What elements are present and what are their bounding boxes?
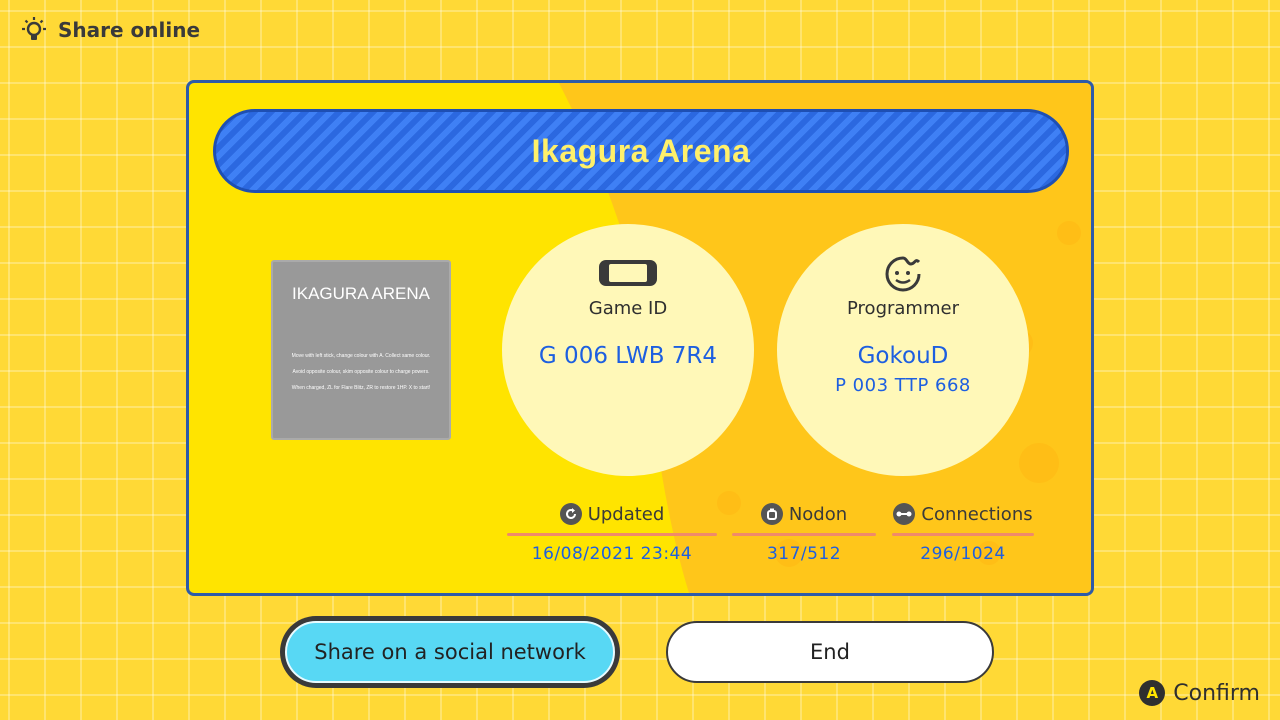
end-button[interactable]: End xyxy=(666,621,994,683)
page-title: Share online xyxy=(58,18,201,42)
confirm-label: Confirm xyxy=(1173,680,1260,706)
stat-divider xyxy=(892,533,1034,536)
stat-nodon-value: 317/512 xyxy=(766,544,842,564)
stat-updated-label: Updated xyxy=(587,503,665,525)
refresh-icon xyxy=(559,503,582,525)
game-info-card: Ikagura Arena IKAGURA ARENA Move with le… xyxy=(186,80,1094,596)
thumbnail-line: Move with left stick, change colour with… xyxy=(291,353,431,359)
share-social-button-face[interactable]: Share on a social network xyxy=(285,621,615,683)
programmer-id: P 003 TTP 668 xyxy=(835,375,971,396)
game-title-banner: Ikagura Arena xyxy=(213,109,1069,193)
programmer-panel: Programmer GokouD P 003 TTP 668 xyxy=(777,224,1029,476)
game-id-value: G 006 LWB 7R4 xyxy=(538,343,718,369)
stat-divider xyxy=(732,533,876,536)
game-id-panel: Game ID G 006 LWB 7R4 xyxy=(502,224,754,476)
programmer-label: Programmer xyxy=(847,298,959,319)
game-title: Ikagura Arena xyxy=(531,132,751,169)
lightbulb-icon xyxy=(22,17,46,40)
confirm-hint[interactable]: A Confirm xyxy=(1139,680,1260,706)
stat-updated: Updated 16/08/2021 23:44 xyxy=(507,501,717,564)
stat-nodon-label: Nodon xyxy=(788,503,848,525)
page-header: Share online xyxy=(20,16,200,44)
stat-nodon: Nodon 317/512 xyxy=(732,501,876,564)
thumbnail-line: When charged, ZL for Flare Blitz, ZR to … xyxy=(291,385,431,391)
thumbnail-title: IKAGURA ARENA xyxy=(292,284,430,303)
connection-icon xyxy=(893,503,916,525)
nodon-icon xyxy=(760,503,783,525)
stat-divider xyxy=(507,533,717,536)
game-id-label: Game ID xyxy=(588,298,668,319)
face-icon xyxy=(885,256,921,292)
stat-updated-value: 16/08/2021 23:44 xyxy=(531,544,693,564)
stat-connections-label: Connections xyxy=(921,503,1033,525)
stat-connections: Connections 296/1024 xyxy=(892,501,1034,564)
share-social-label: Share on a social network xyxy=(314,640,586,664)
end-label: End xyxy=(810,640,850,664)
share-social-button[interactable]: Share on a social network xyxy=(280,616,620,688)
console-icon xyxy=(599,260,657,286)
a-button-icon: A xyxy=(1139,680,1166,706)
game-thumbnail: IKAGURA ARENA Move with left stick, chan… xyxy=(271,260,451,440)
programmer-name: GokouD xyxy=(857,343,949,369)
thumbnail-instructions: Move with left stick, change colour with… xyxy=(273,348,449,396)
stat-connections-value: 296/1024 xyxy=(920,544,1006,564)
thumbnail-line: Avoid opposite colour, skim opposite col… xyxy=(292,369,430,375)
